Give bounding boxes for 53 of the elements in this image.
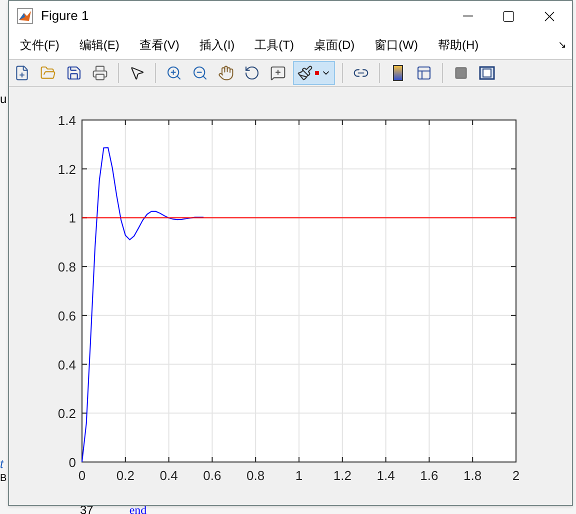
y-tick-label: 0.8 (58, 260, 76, 275)
data-tip-icon (270, 65, 286, 81)
x-tick-label: 0 (78, 468, 86, 483)
y-tick-label: 1 (68, 210, 76, 226)
legend-icon (416, 65, 432, 81)
menu-item[interactable]: 帮助(H) (434, 36, 483, 54)
code-text: end (129, 504, 147, 514)
x-tick-label: 0.2 (116, 468, 134, 483)
x-tick-label: 1.6 (420, 468, 438, 483)
rotate-icon (244, 65, 260, 81)
print-icon (92, 65, 108, 81)
y-tick-label: 0.4 (58, 357, 76, 372)
x-tick-label: 1 (295, 468, 303, 483)
colorbar-icon (393, 65, 403, 81)
zoom-out-icon (192, 65, 208, 81)
window-title: Figure 1 (41, 7, 89, 26)
menu-item[interactable]: 桌面(D) (310, 36, 359, 54)
x-tick-label: 1.4 (376, 468, 395, 483)
x-tick-label: 1.2 (333, 468, 352, 483)
color-swatch-icon (315, 71, 319, 75)
menu-item[interactable]: 查看(V) (135, 36, 184, 54)
y-tick-label: 0 (68, 455, 76, 470)
text-fragment: B (0, 473, 7, 485)
square-icon (454, 66, 468, 80)
menu-item[interactable]: 插入(I) (195, 36, 239, 54)
x-tick-label: 2 (512, 468, 520, 483)
y-tick-label: 1.2 (58, 162, 76, 177)
y-tick-label: 1.4 (58, 113, 76, 128)
frame-icon (479, 65, 495, 81)
save-icon (66, 65, 82, 81)
x-tick-label: 0.4 (160, 468, 178, 483)
line-number: 37 (80, 504, 94, 514)
zoom-in-icon (166, 65, 182, 81)
x-tick-label: 0.6 (203, 468, 222, 483)
menu-item[interactable]: 编辑(E) (75, 36, 124, 54)
text-fragment: u (0, 91, 8, 108)
dock-arrow-icon[interactable]: ↘ (558, 38, 566, 52)
menu-item[interactable]: 窗口(W) (370, 36, 422, 54)
y-tick-label: 0.2 (58, 406, 76, 422)
menu-item[interactable]: 工具(T) (250, 36, 298, 54)
maximize-icon[interactable] (502, 10, 515, 22)
app-logo-icon (17, 8, 33, 24)
pointer-icon (129, 65, 145, 81)
hand-icon (218, 65, 234, 81)
new-file-icon (14, 65, 30, 81)
x-tick-label: 0.8 (246, 468, 265, 483)
y-tick-label: 0.6 (58, 308, 76, 324)
text-fragment: t (0, 456, 4, 473)
x-tick-label: 1.8 (464, 468, 482, 483)
brush-button[interactable] (293, 61, 335, 85)
folder-icon (40, 65, 56, 81)
brush-icon (297, 65, 313, 81)
menu-item[interactable]: 文件(F) (16, 36, 64, 54)
